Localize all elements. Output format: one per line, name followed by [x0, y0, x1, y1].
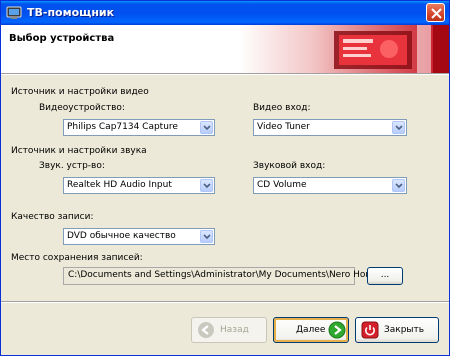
save-location-label: Место сохранения записей:	[11, 253, 143, 263]
wizard-header: Выбор устройства	[1, 25, 449, 73]
chevron-down-icon	[395, 183, 403, 189]
window-close-button[interactable]	[426, 3, 445, 22]
save-path-field[interactable]: C:\Documents and Settings\Administrator\…	[63, 267, 394, 285]
audio-input-select[interactable]: CD Volume	[253, 177, 407, 194]
browse-button[interactable]: ...	[367, 267, 403, 285]
page-title: Выбор устройства	[9, 33, 115, 44]
audio-device-value: Realtek HD Audio Input	[67, 180, 172, 190]
chevron-down-icon	[395, 125, 403, 131]
chevron-down-icon	[203, 125, 211, 131]
quality-label: Качество записи:	[11, 212, 94, 222]
dropdown-arrow-button[interactable]	[200, 179, 213, 192]
power-icon	[361, 321, 379, 339]
dropdown-arrow-button[interactable]	[392, 121, 405, 134]
quality-value: DVD обычное качество	[67, 231, 176, 241]
audio-input-label: Звуковой вход:	[253, 161, 326, 171]
back-button[interactable]: Назад	[191, 317, 267, 343]
app-icon	[6, 6, 22, 19]
video-input-value: Video Tuner	[257, 122, 310, 132]
audio-device-select[interactable]: Realtek HD Audio Input	[63, 177, 215, 194]
close-button[interactable]: Закрыть	[355, 317, 439, 343]
arrow-right-icon	[328, 321, 346, 339]
close-icon	[431, 8, 442, 19]
footer-divider	[1, 301, 449, 303]
header-divider	[1, 73, 449, 75]
chevron-down-icon	[203, 183, 211, 189]
next-button[interactable]: Далее	[273, 317, 349, 343]
video-device-label: Видеоустройство:	[39, 103, 125, 113]
save-path-value: C:\Documents and Settings\Administrator\…	[68, 270, 395, 280]
video-section-label: Источник и настройки видео	[11, 87, 149, 97]
title-bar[interactable]: ТВ-помощник	[1, 1, 449, 25]
header-banner-image	[239, 25, 449, 73]
audio-section-label: Источник и настройки звука	[11, 146, 147, 156]
audio-device-label: Звук. устр-во:	[39, 161, 105, 171]
dropdown-arrow-button[interactable]	[200, 230, 213, 243]
next-button-label: Далее	[296, 325, 326, 335]
dropdown-arrow-button[interactable]	[392, 179, 405, 192]
close-button-label: Закрыть	[384, 325, 425, 335]
quality-select[interactable]: DVD обычное качество	[63, 228, 215, 245]
wizard-window: ТВ-помощник Выбор устройства Источник и …	[0, 0, 450, 356]
back-button-label: Назад	[220, 325, 249, 335]
audio-input-value: CD Volume	[257, 180, 307, 190]
video-input-select[interactable]: Video Tuner	[253, 119, 407, 136]
window-title: ТВ-помощник	[27, 6, 115, 19]
video-device-select[interactable]: Philips Cap7134 Capture	[63, 119, 215, 136]
chevron-down-icon	[203, 234, 211, 240]
video-device-value: Philips Cap7134 Capture	[67, 122, 178, 132]
dropdown-arrow-button[interactable]	[200, 121, 213, 134]
arrow-left-icon	[198, 322, 214, 338]
video-input-label: Видео вход:	[253, 103, 311, 113]
